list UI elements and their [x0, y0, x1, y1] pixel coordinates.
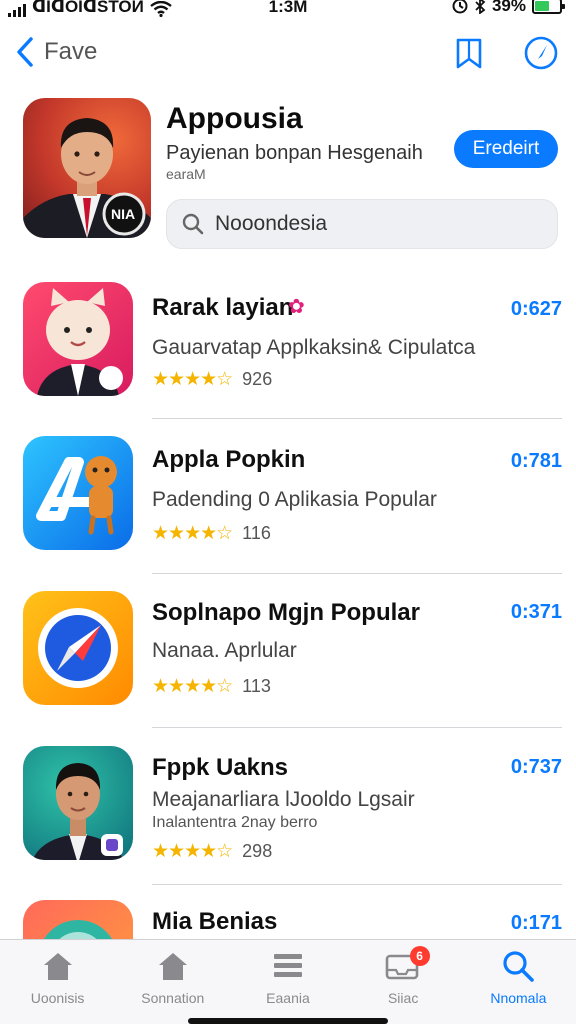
price-button[interactable]: 0:171: [511, 912, 562, 935]
compass-icon[interactable]: [524, 36, 558, 70]
list-item[interactable]: Soplnapo Mgjn Popular Nanaa. Aprlular ★★…: [0, 591, 576, 745]
price-button[interactable]: 0:627: [511, 298, 562, 321]
app-description: Padending 0 Aplikasia Popular: [152, 488, 437, 511]
list-item[interactable]: Fppk Uakns Meajanarliara lJooldo Lgsair …: [0, 746, 576, 900]
tab-label: Eaania: [266, 990, 310, 1006]
search-bar[interactable]: [166, 199, 558, 249]
app-icon[interactable]: [23, 591, 133, 705]
app-icon[interactable]: [23, 282, 133, 396]
star-rating-icon: ★★★★☆: [152, 523, 233, 544]
featured-badge-text: NIA: [111, 206, 136, 222]
app-name: Appla Popkin: [152, 446, 306, 473]
status-right: 39%: [452, 0, 565, 16]
star-rating-icon: ★★★★☆: [152, 676, 233, 697]
tab-label: Sonnation: [141, 990, 205, 1006]
featured-subtitle-secondary: earaM: [166, 166, 206, 182]
status-bar: ᗡIᗡOIᗡSTOИ 1:3M 39%: [0, 0, 576, 20]
list-item[interactable]: Rarak layian ✿ Gauarvatap Applkaksin& Ci…: [0, 282, 576, 436]
app-store-mascot-icon: [36, 456, 117, 535]
home-indicator[interactable]: [188, 1018, 388, 1024]
search-icon: [503, 951, 535, 982]
bookmark-icon[interactable]: [452, 36, 486, 70]
rating: ★★★★☆ 113: [152, 675, 271, 698]
tab-updates[interactable]: 6 Siiac: [346, 940, 461, 1024]
app-name: Soplnapo Mgjn Popular: [152, 599, 420, 626]
rating-count: 116: [242, 523, 271, 543]
app-icon[interactable]: [23, 746, 133, 860]
star-rating-icon: ★★★★☆: [152, 841, 233, 862]
rating-count: 113: [242, 676, 271, 696]
list-icon: [273, 954, 302, 977]
divider: [152, 573, 562, 574]
notification-badge: 6: [409, 946, 430, 966]
app-name: Fppk Uakns: [152, 754, 289, 781]
tab-label: Siiac: [387, 990, 419, 1006]
tab-apps[interactable]: Eaania: [230, 940, 345, 1024]
rating: ★★★★☆ 298: [152, 840, 272, 863]
back-label: Fave: [44, 38, 98, 65]
tab-label: Uoonisis: [30, 990, 85, 1006]
featured-app-icon[interactable]: NIA: [23, 98, 151, 238]
house-icon: [43, 953, 72, 980]
battery-percent: 39%: [491, 0, 526, 15]
list-item[interactable]: Appla Popkin Padending 0 Aplikasia Popul…: [0, 436, 576, 590]
person-portrait-icon: [32, 763, 124, 860]
app-name: Rarak layian: [152, 294, 294, 321]
app-name: Mia Benias: [152, 908, 278, 935]
price-button[interactable]: 0:737: [511, 756, 562, 779]
app-description: Nanaa. Aprlular: [152, 639, 297, 662]
house-icon: [158, 953, 187, 980]
cat-mascot-icon: [37, 288, 123, 396]
rating: ★★★★☆ 926: [152, 368, 272, 391]
search-icon: [182, 213, 204, 235]
featured-title: Appousia: [166, 102, 303, 135]
featured-subtitle: Payienan bonpan Hesgenaih: [166, 142, 423, 164]
rating-count: 298: [242, 841, 273, 861]
tab-search[interactable]: Nnomala: [461, 940, 576, 1024]
tab-bar: Uoonisis Sonnation Eaania 6 Siiac Nnomal…: [0, 939, 576, 1024]
get-button[interactable]: Eredeirt: [454, 130, 558, 168]
flower-icon: ✿: [288, 296, 305, 318]
star-rating-icon: ★★★★☆: [152, 369, 233, 390]
divider: [152, 884, 562, 885]
app-description: Meajanarliara lJooldo Lgsair: [152, 788, 415, 811]
bluetooth-icon: [475, 0, 486, 14]
alarm-icon: [452, 0, 468, 14]
app-description: Gauarvatap Applkaksin& Cipulatca: [152, 336, 476, 359]
app-description-secondary: Inalantentra 2nay berro: [152, 814, 318, 831]
tab-today[interactable]: Uoonisis: [0, 940, 115, 1024]
search-input[interactable]: [215, 212, 535, 236]
divider: [152, 727, 562, 728]
back-button[interactable]: Fave: [16, 36, 97, 68]
rating: ★★★★☆ 116: [152, 522, 271, 545]
app-icon[interactable]: [23, 436, 133, 550]
tab-label: Nnomala: [490, 990, 547, 1006]
chevron-left-icon: [17, 37, 33, 67]
battery-icon: [532, 0, 565, 14]
price-button[interactable]: 0:371: [511, 601, 562, 624]
nav-bar: Fave: [0, 30, 576, 82]
compass-app-icon: [38, 608, 118, 688]
rating-count: 926: [242, 369, 273, 389]
battery-fill: [535, 1, 550, 11]
featured-app: NIA Appousia Payienan bonpan Hesgenaih e…: [0, 98, 576, 258]
price-button[interactable]: 0:781: [511, 450, 562, 473]
divider: [152, 418, 562, 419]
tab-games[interactable]: Sonnation: [115, 940, 230, 1024]
